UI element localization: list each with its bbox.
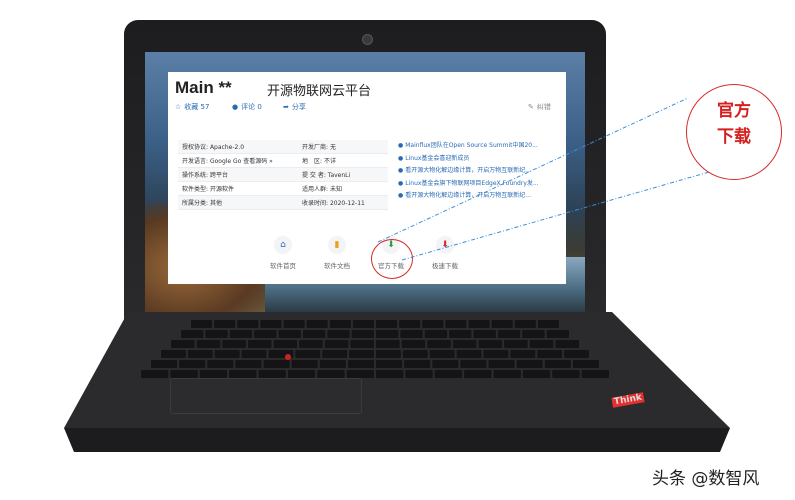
keyboard-key[interactable] (422, 320, 444, 328)
keyboard-key[interactable] (522, 370, 551, 378)
keyboard-key[interactable] (504, 340, 528, 348)
keyboard-key[interactable] (497, 330, 521, 338)
trackpad[interactable] (170, 378, 362, 414)
keyboard-key[interactable] (317, 370, 345, 378)
keyboard-key[interactable] (376, 360, 403, 368)
keyboard-key[interactable] (302, 330, 326, 338)
watermark: 头条 @数智风 (652, 469, 760, 489)
keyboard-key[interactable] (283, 320, 305, 328)
keyboard-key[interactable] (273, 340, 298, 348)
keyboard-key[interactable] (491, 320, 513, 328)
keyboard-key[interactable] (546, 330, 569, 338)
keyboard-key[interactable] (400, 330, 423, 338)
keyboard-key[interactable] (516, 360, 543, 368)
keyboard-key[interactable] (478, 340, 503, 348)
keyboard-key[interactable] (555, 340, 579, 348)
keyboard-key[interactable] (552, 370, 580, 378)
keyboard-key[interactable] (376, 350, 401, 358)
keyboard-key[interactable] (181, 330, 204, 338)
keyboard-key[interactable] (399, 320, 421, 328)
keyboard-key[interactable] (222, 340, 246, 348)
keyboard-key[interactable] (229, 370, 257, 378)
keyboard-key[interactable] (376, 320, 398, 328)
keyboard-key[interactable] (324, 340, 349, 348)
keyboard-key[interactable] (402, 350, 428, 358)
keyboard-key[interactable] (179, 360, 206, 368)
keyboard-key[interactable] (537, 320, 559, 328)
keyboard-key[interactable] (376, 340, 400, 348)
keyboard-key[interactable] (205, 330, 228, 338)
keyboard-key[interactable] (347, 360, 374, 368)
keyboard-key[interactable] (544, 360, 571, 368)
keyboard-key[interactable] (247, 340, 272, 348)
keyboard-key[interactable] (306, 320, 328, 328)
laptop-base (64, 312, 730, 452)
keyboard-key[interactable] (322, 350, 348, 358)
keyboard-key[interactable] (514, 320, 536, 328)
keyboard-key[interactable] (349, 350, 374, 358)
keyboard-key[interactable] (493, 370, 521, 378)
keyboard-key[interactable] (151, 360, 178, 368)
keyboard-key[interactable] (196, 340, 221, 348)
keyboard-key[interactable] (235, 360, 262, 368)
keyboard-key[interactable] (510, 350, 536, 358)
keyboard-key[interactable] (376, 330, 399, 338)
keyboard-key[interactable] (434, 370, 463, 378)
keyboard-key[interactable] (581, 370, 609, 378)
keyboard-key[interactable] (351, 330, 374, 338)
keyboard-key[interactable] (263, 360, 290, 368)
keyboard-key[interactable] (473, 330, 496, 338)
keyboard-key[interactable] (424, 330, 448, 338)
keyboard-key[interactable] (445, 320, 467, 328)
keyboard-key[interactable] (278, 330, 301, 338)
keyboard-key[interactable] (299, 340, 323, 348)
keyboard-key[interactable] (432, 360, 459, 368)
keyboard-key[interactable] (199, 370, 228, 378)
keyboard-key[interactable] (564, 350, 589, 358)
keyboard-key[interactable] (460, 360, 487, 368)
keyboard-key[interactable] (191, 320, 213, 328)
keyboard-key[interactable] (214, 320, 236, 328)
keyboard-key[interactable] (237, 320, 259, 328)
keyboard-key[interactable] (452, 340, 477, 348)
keyboard-key[interactable] (427, 340, 451, 348)
keyboard-key[interactable] (214, 350, 240, 358)
keyboard-key[interactable] (287, 370, 316, 378)
keyboard-key[interactable] (456, 350, 482, 358)
keyboard-key[interactable] (352, 320, 374, 328)
keyboard-key[interactable] (529, 340, 554, 348)
keyboard-key[interactable] (537, 350, 563, 358)
keyboard-key[interactable] (258, 370, 286, 378)
keyboard-key[interactable] (449, 330, 472, 338)
keyboard-key[interactable] (141, 370, 169, 378)
keyboard-key[interactable] (329, 320, 351, 328)
keyboard-key[interactable] (229, 330, 253, 338)
keyboard-key[interactable] (319, 360, 346, 368)
keyboard-key[interactable] (405, 370, 433, 378)
keyboard-key[interactable] (483, 350, 509, 358)
keyboard-key[interactable] (161, 350, 186, 358)
keyboard-key[interactable] (572, 360, 599, 368)
keyboard-key[interactable] (241, 350, 267, 358)
keyboard-key[interactable] (350, 340, 374, 348)
keyboard-key[interactable] (401, 340, 426, 348)
keyboard-key[interactable] (376, 370, 404, 378)
keyboard-key[interactable] (346, 370, 374, 378)
keyboard-key[interactable] (291, 360, 318, 368)
keyboard-key[interactable] (404, 360, 431, 368)
keyboard-key[interactable] (522, 330, 545, 338)
keyboard-key[interactable] (254, 330, 277, 338)
keyboard-key[interactable] (295, 350, 321, 358)
trackpoint[interactable] (285, 354, 291, 360)
keyboard-key[interactable] (171, 340, 195, 348)
keyboard-key[interactable] (207, 360, 234, 368)
keyboard-key[interactable] (260, 320, 282, 328)
keyboard-key[interactable] (170, 370, 198, 378)
keyboard-key[interactable] (464, 370, 492, 378)
keyboard-key[interactable] (429, 350, 455, 358)
keyboard-key[interactable] (468, 320, 490, 328)
keyboard-key[interactable] (187, 350, 213, 358)
keyboard-key[interactable] (488, 360, 515, 368)
keyboard-key[interactable] (327, 330, 350, 338)
